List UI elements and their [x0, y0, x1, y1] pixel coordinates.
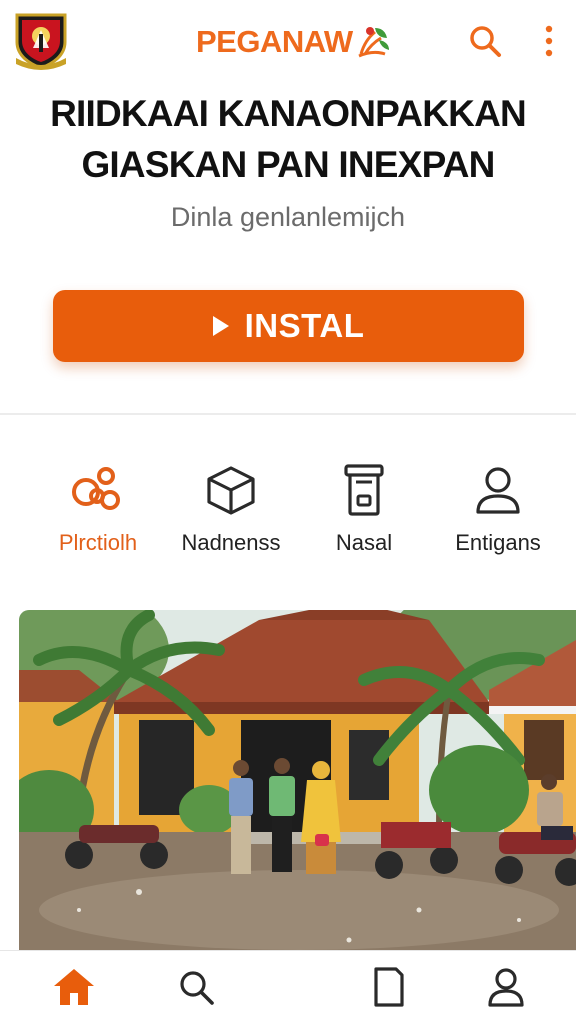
- section-divider: [0, 413, 576, 415]
- nav-profile-button[interactable]: [484, 965, 528, 1009]
- category-item-2[interactable]: Nadnenss: [159, 456, 303, 572]
- app-screen: PEGANAW RIIDKAAI KANAONPAKKAN GIASKAN PA…: [0, 0, 576, 1024]
- nav-search-button[interactable]: [174, 965, 218, 1009]
- category-label: Plrctiolh: [58, 530, 138, 555]
- profile-icon: [488, 968, 524, 1007]
- play-icon: [212, 316, 229, 336]
- category-item-4[interactable]: Entigans: [426, 456, 570, 572]
- brand-logo: PEGANAW: [196, 20, 391, 64]
- nav-document-button[interactable]: [366, 965, 410, 1009]
- search-icon: [470, 26, 501, 57]
- home-icon: [54, 969, 94, 1005]
- category-label: Nadnenss: [181, 530, 281, 555]
- search-button[interactable]: [466, 22, 504, 60]
- install-button[interactable]: INSTAL: [53, 290, 524, 362]
- nav-home-button[interactable]: [52, 965, 96, 1009]
- search-icon: [180, 971, 214, 1005]
- container-icon: [336, 462, 392, 518]
- document-icon: [374, 967, 404, 1007]
- more-menu-button[interactable]: [536, 22, 562, 60]
- category-label: Entigans: [455, 530, 541, 555]
- category-item-3[interactable]: Nasal: [292, 456, 436, 572]
- circles-icon: [70, 462, 126, 518]
- category-item-1[interactable]: Plrctiolh: [26, 456, 170, 572]
- hero-title-line-1: RIIDKAAI KANAONPAKKAN: [50, 93, 527, 134]
- brand-name: PEGANAW: [196, 24, 353, 59]
- hero-title-line-2: GIASKAN PAN INEXPAN: [81, 144, 495, 185]
- leaf-rice-icon: [355, 24, 391, 60]
- community-house-photo: [19, 610, 576, 950]
- category-label: Nasal: [335, 530, 393, 555]
- cube-icon: [203, 462, 259, 518]
- more-vertical-icon: [545, 25, 553, 57]
- hero-subtitle: Dinla genlanlemijch: [170, 202, 406, 232]
- top-app-bar: PEGANAW: [0, 0, 576, 82]
- user-icon: [470, 462, 526, 518]
- bottom-navigation-bar: [0, 950, 576, 1024]
- shield-emblem-icon: [14, 12, 68, 70]
- hero-title: RIIDKAAI KANAONPAKKAN GIASKAN PAN INEXPA…: [20, 88, 556, 190]
- install-button-label: INSTAL: [244, 307, 365, 344]
